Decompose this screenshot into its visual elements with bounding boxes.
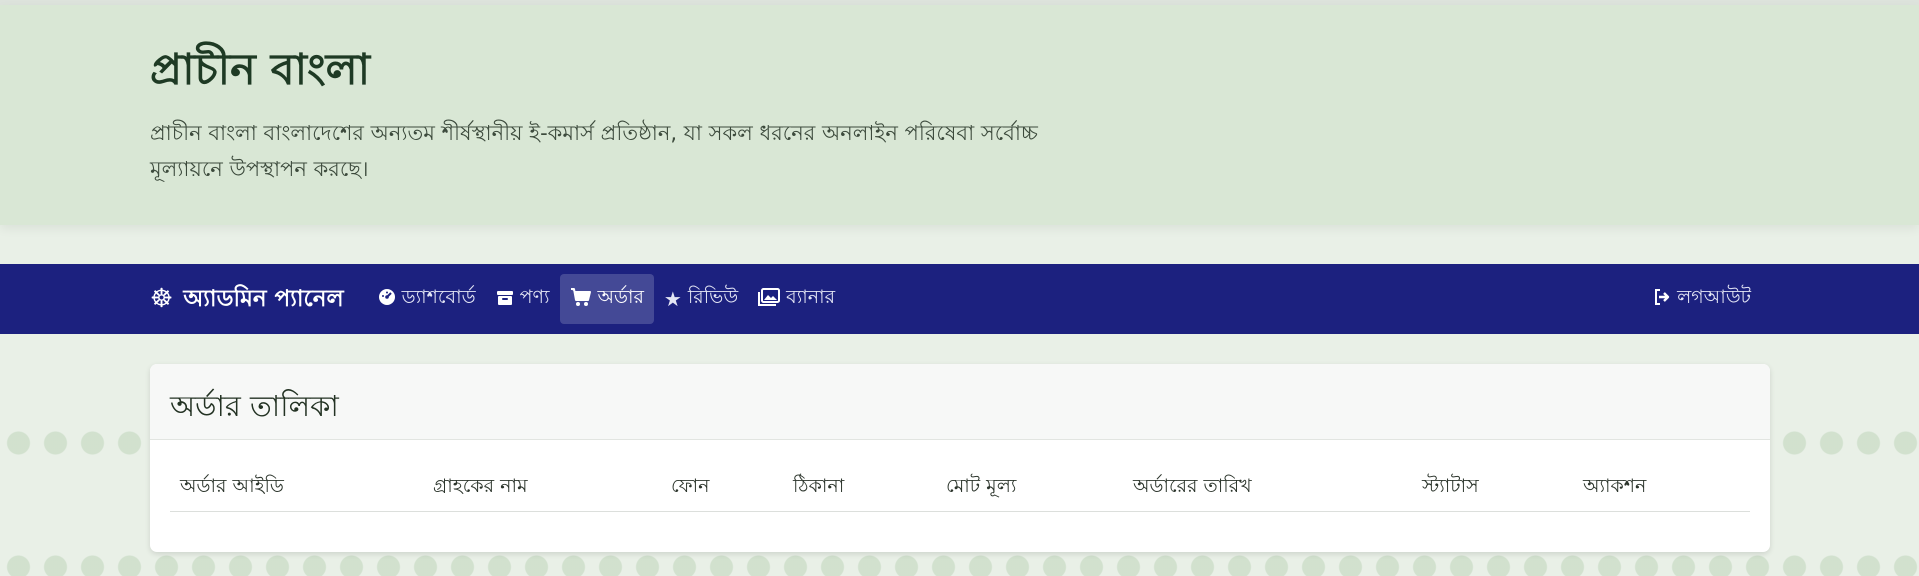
column-header-status: স্ট্যাটাস [1422,475,1479,497]
navbar-brand-label: অ্যাডমিন প্যানেল [183,285,344,312]
nav-item-dashboard[interactable]: ড্যাশবোর্ড [368,274,486,324]
logout-button[interactable]: লগআউট [1643,274,1761,324]
nav-item-products[interactable]: পণ্য [486,274,560,324]
admin-navbar: ☸ অ্যাডমিন প্যানেল ড্যাশবোর্ড পণ্য অর্ডা… [0,264,1919,334]
column-header-order-date: অর্ডারের তারিখ [1133,475,1252,497]
nav-item-label: রিভিউ [687,286,739,308]
sign-out-icon [1653,287,1671,311]
site-title: প্রাচীন বাংলা [150,45,371,95]
images-icon [758,287,781,311]
nav-item-label: ব্যানার [786,286,836,308]
column-header-phone: ফোন [671,475,710,497]
orders-table-header: অর্ডার আইডি গ্রাহকের নাম ফোন ঠিকানা মোট … [170,462,1750,512]
logout-label: লগআউট [1677,286,1751,308]
nav-item-label: ড্যাশবোর্ড [401,286,476,308]
navbar-brand[interactable]: ☸ অ্যাডমিন প্যানেল [150,280,344,319]
nav-item-label: অর্ডার [597,286,644,308]
column-header-order-id: অর্ডার আইডি [180,475,284,497]
nav-item-banners[interactable]: ব্যানার [748,274,845,324]
box-icon [496,287,514,311]
hero-section: প্রাচীন বাংলা প্রাচীন বাংলা বাংলাদেশের অ… [0,5,1919,225]
nav-item-label: পণ্য [519,286,550,308]
column-header-total-price: মোট মূল্য [946,475,1017,497]
wheel-icon: ☸ [150,284,174,314]
site-description: প্রাচীন বাংলা বাংলাদেশের অন্যতম শীর্ষস্থ… [150,120,1038,181]
nav-item-orders[interactable]: অর্ডার [559,274,654,324]
star-icon: ★ [663,287,682,311]
column-header-address: ঠিকানা [793,475,845,497]
nav-item-reviews[interactable]: ★ রিভিউ [654,274,748,324]
orders-title: অর্ডার তালিকা [170,389,339,423]
shopping-cart-icon [570,287,592,312]
orders-card-header: অর্ডার তালিকা [150,364,1770,440]
column-header-action: অ্যাকশন [1583,475,1647,497]
column-header-customer-name: গ্রাহকের নাম [433,475,528,497]
dashboard-gauge-icon [378,287,396,311]
background-dots-pattern [0,554,1919,576]
orders-card: অর্ডার তালিকা অর্ডার আইডি গ্রাহকের নাম ফ… [150,364,1770,552]
